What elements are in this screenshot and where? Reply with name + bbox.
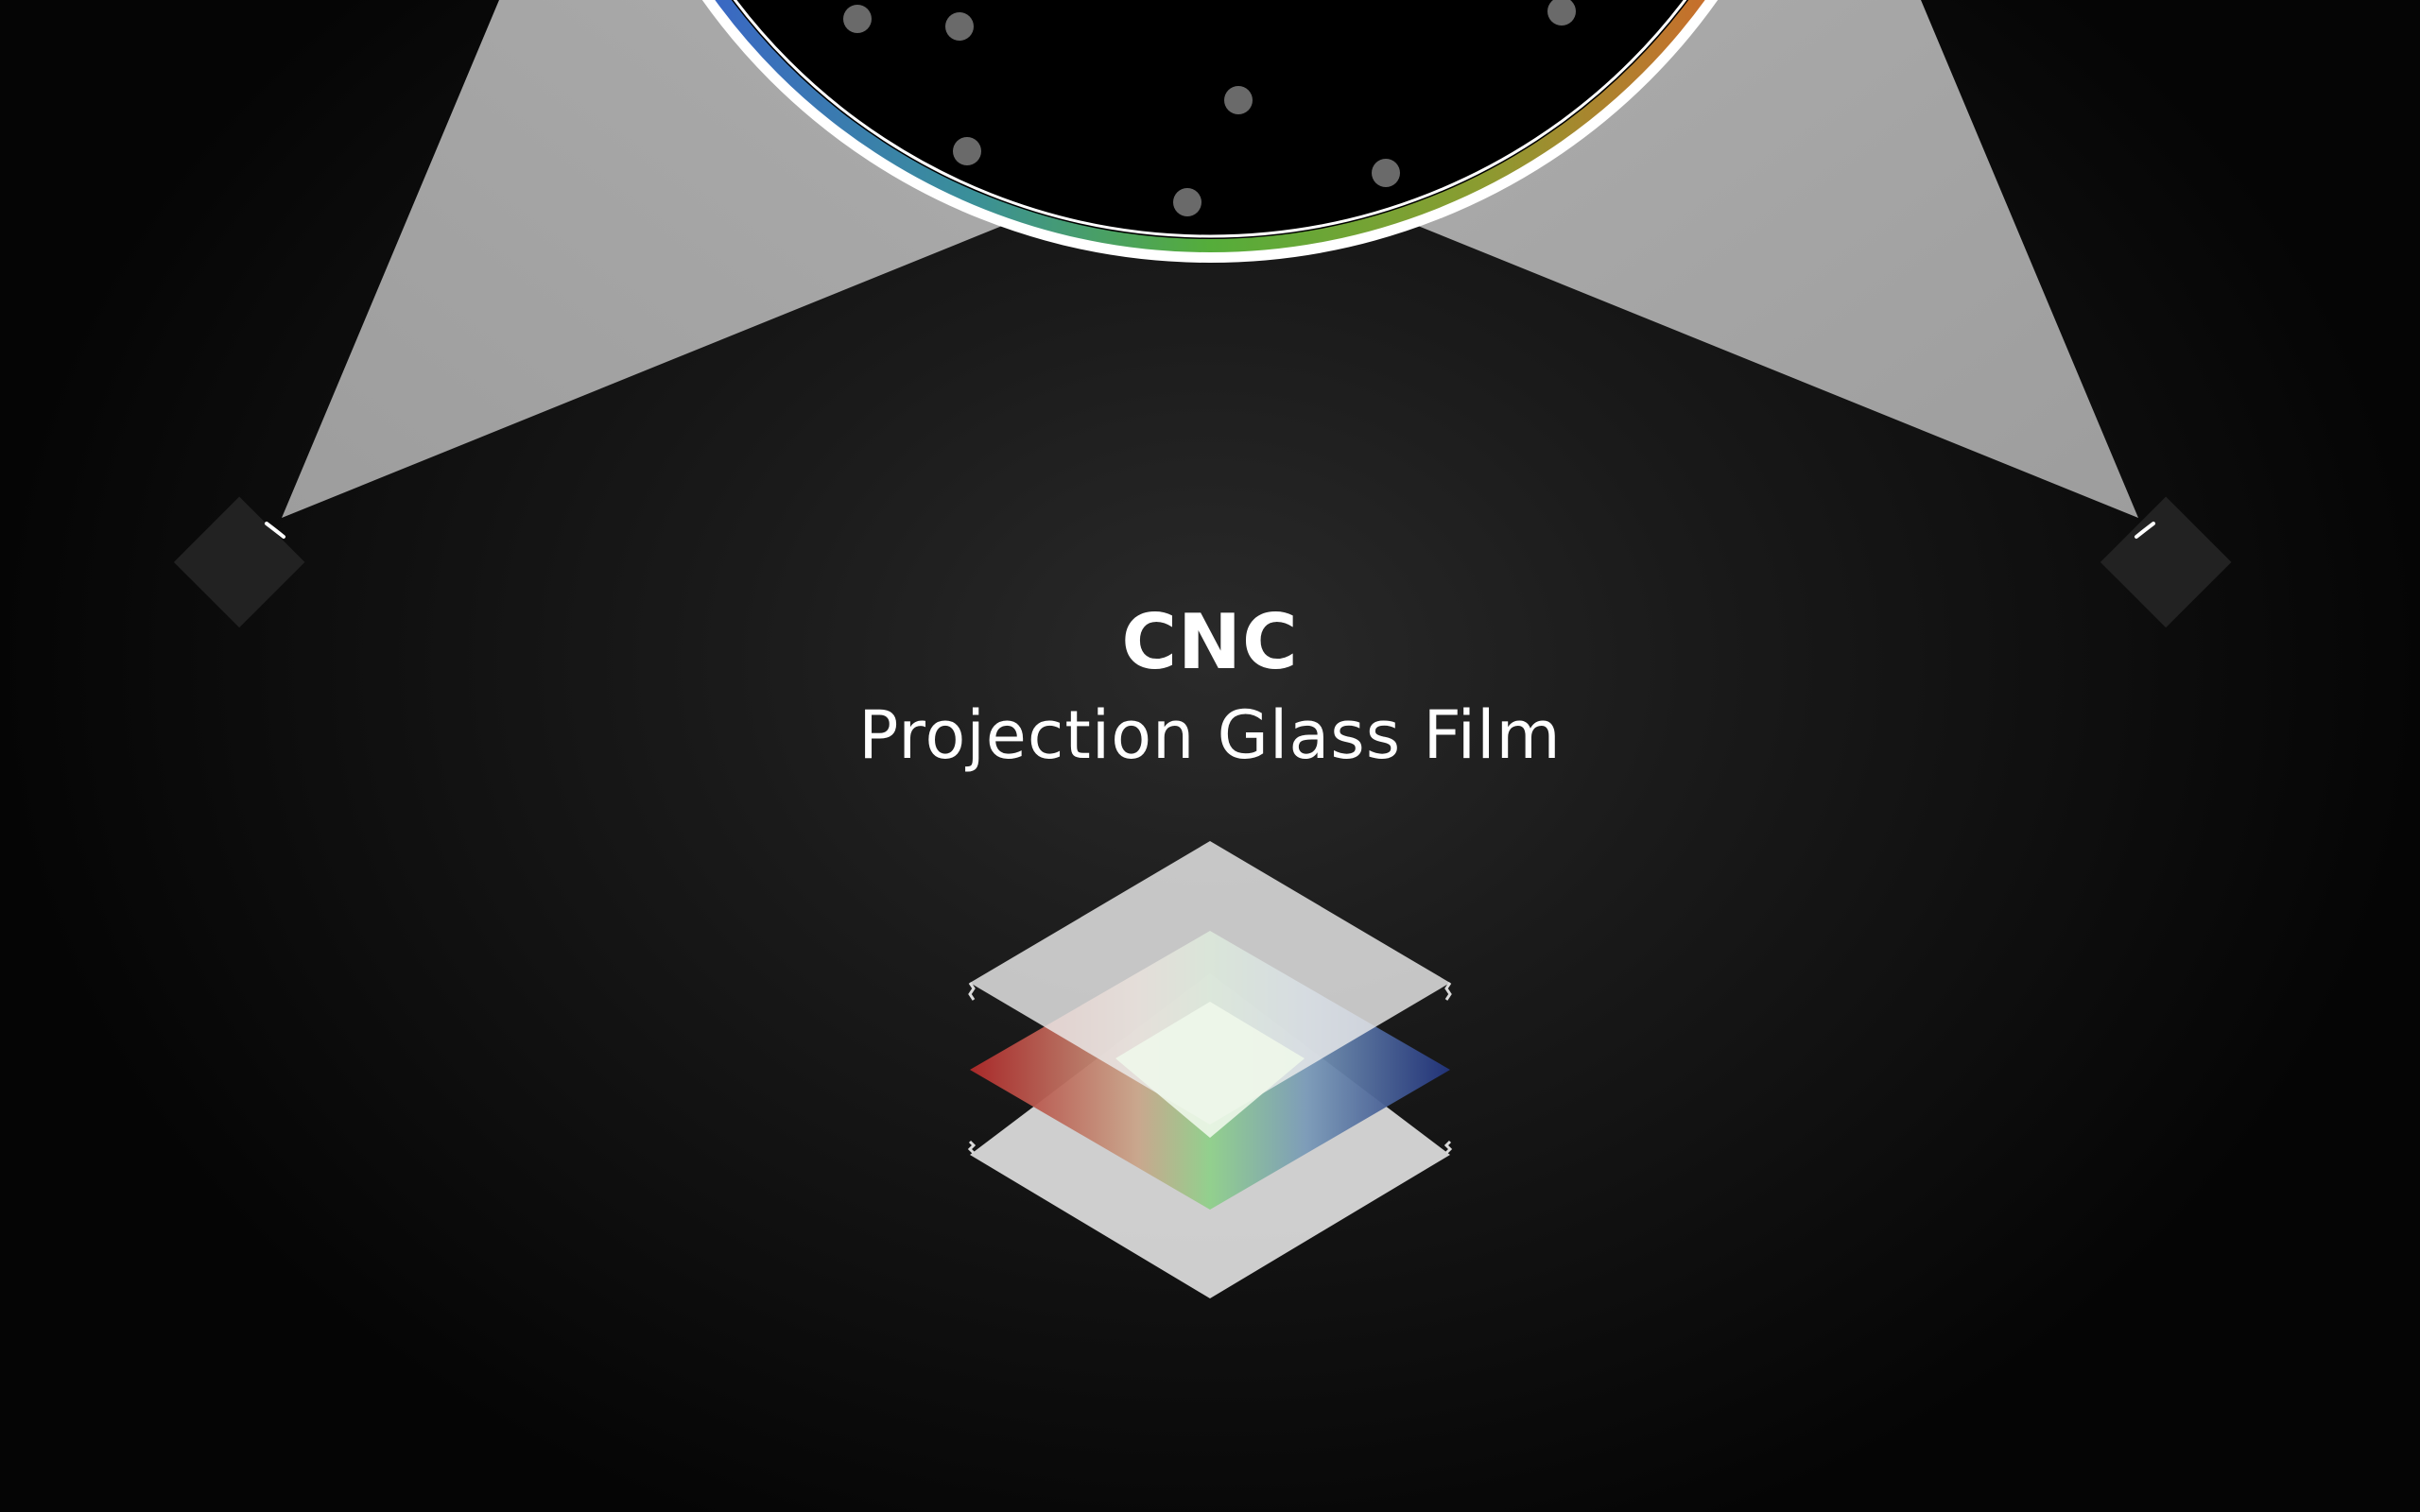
hero-banner: CNC Projection Glass Film (0, 0, 2420, 1512)
brand-name: CNC (1121, 598, 1299, 686)
layered-film-icon (967, 841, 1453, 1298)
title-block: CNC Projection Glass Film (0, 595, 2420, 781)
product-subtitle: Projection Glass Film (858, 696, 1562, 774)
